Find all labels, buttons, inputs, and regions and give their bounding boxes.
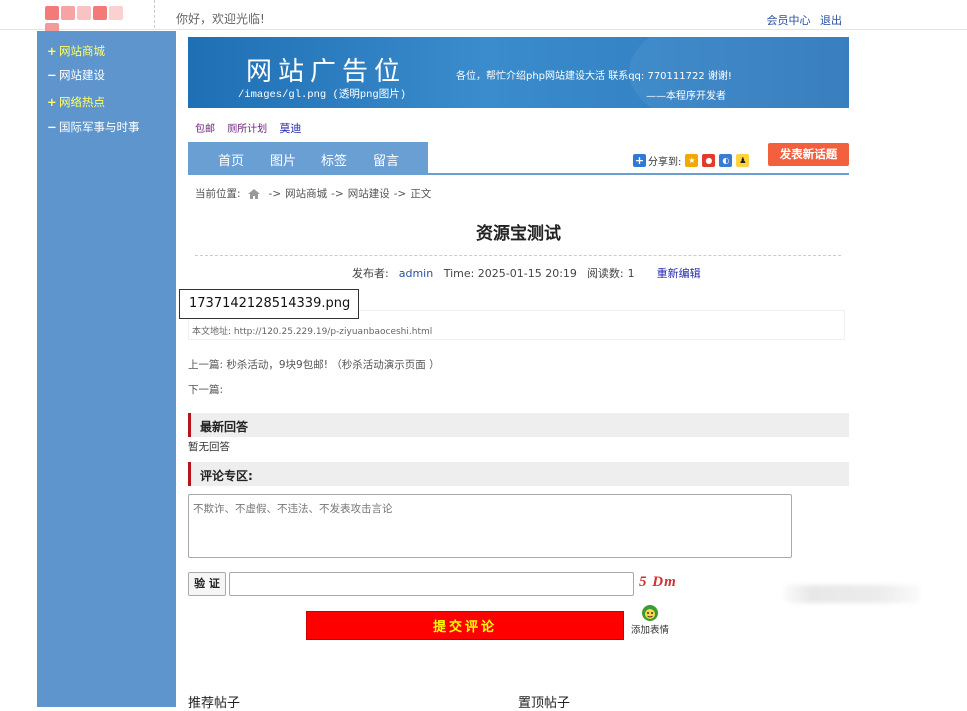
captcha-input[interactable] [229,572,634,596]
top-bar: 你好，欢迎光临! 会员中心 退出 [0,0,967,37]
share-plus-icon[interactable]: + [633,154,646,167]
top-links: 会员中心 退出 [761,12,843,28]
banner-signature: ——本程序开发者 [646,91,726,102]
top-divider [154,0,155,28]
nav-tags[interactable]: 标签 [321,150,347,169]
quick-links: 包邮 厕所计划 莫迪 [195,120,310,136]
breadcrumb-item[interactable]: 网站商城 [285,186,327,201]
nav-images[interactable]: 图片 [270,150,296,169]
submit-comment-button[interactable]: 提交评论 [306,611,624,640]
collapse-icon: − [47,68,57,82]
breadcrumb: 当前位置: -> 网站商城 -> 网站建设 -> 正文 [195,186,431,201]
quick-link[interactable]: 包邮 [195,124,215,135]
share-bar: + 分享到: ★ ● ◐ ♟ [633,153,750,168]
qzone-icon[interactable]: ★ [685,154,699,167]
ad-banner[interactable]: 网站广告位 /images/gl.png (透明png图片) 各位，帮忙介绍ph… [188,37,849,108]
add-emoji-link[interactable]: 添加表情 [631,622,669,636]
banner-path: /images/gl.png (透明png图片) [238,89,407,101]
quick-link[interactable]: 厕所计划 [227,124,267,135]
sidebar-item-label: 网站商城 [59,44,105,58]
comment-textarea[interactable] [188,494,792,558]
sidebar: + 网站商城 − 网站建设 + 网络热点 − 国际军事与时事 [37,31,176,707]
breadcrumb-current: 正文 [410,188,432,200]
sidebar-item-shop[interactable]: + 网站商城 [47,43,105,59]
member-center-link[interactable]: 会员中心 [767,14,811,27]
verify-button[interactable]: 验 证 [188,572,226,596]
recommended-posts-heading: 推荐帖子 [188,696,241,711]
sidebar-item-label: 网络热点 [59,95,105,109]
home-icon[interactable] [247,188,261,200]
captcha-image[interactable]: 5 Dm [639,574,677,591]
collapse-icon: − [47,120,57,134]
sidebar-item-website-building[interactable]: − 网站建设 [47,67,105,83]
banner-title: 网站广告位 [246,57,407,86]
breadcrumb-separator: -> [331,187,344,200]
banner-message: 各位，帮忙介绍php网站建设大活 联系qq: 770111722 谢谢! [456,71,732,82]
sidebar-item-military-news[interactable]: − 国际军事与时事 [47,119,140,135]
sidebar-item-hot-topics[interactable]: + 网络热点 [47,94,105,110]
logout-link[interactable]: 退出 [820,14,842,27]
welcome-text: 你好，欢迎光临! [176,12,265,26]
breadcrumb-separator: -> [393,187,407,200]
sidebar-item-label: 国际军事与时事 [59,120,140,134]
article-title: 资源宝测试 [476,224,561,244]
replies-header: 最新回答 [188,413,849,437]
breadcrumb-separator: -> [268,187,282,200]
main-nav: 首页 图片 标签 留言 [188,142,428,173]
reads-count: 1 [627,267,635,280]
author-label: 发布者: [352,267,389,280]
nav-messages[interactable]: 留言 [373,150,399,169]
replies-heading: 最新回答 [200,420,249,434]
breadcrumb-prefix: 当前位置: [195,188,241,200]
weibo-icon[interactable]: ● [702,154,716,167]
blurred-area [784,585,920,603]
site-logo[interactable] [45,6,137,37]
share-label: 分享到: [648,157,682,168]
edit-link[interactable]: 重新编辑 [657,267,701,280]
article-address: 本文地址: http://120.25.229.19/p-ziyuanbaoce… [192,327,433,337]
expand-icon: + [47,95,57,109]
prev-article-link[interactable]: 上一篇: 秒杀活动，9块9包邮! （秒杀活动演示页面 ） [188,357,440,372]
author-link[interactable]: admin [399,267,433,280]
pinned-posts-heading: 置顶帖子 [518,696,571,711]
publish-time: Time: 2025-01-15 20:19 [443,267,577,280]
nav-underline [188,173,849,175]
comment-heading: 评论专区: [200,469,253,483]
no-replies-text: 暂无回答 [188,441,230,453]
comment-header: 评论专区: [188,462,849,486]
article-meta: 发布者: admin Time: 2025-01-15 20:19 阅读数: 1 重新编… [352,265,701,281]
title-divider [195,255,841,256]
tencent-weibo-icon[interactable]: ◐ [719,154,733,167]
breadcrumb-item[interactable]: 网站建设 [348,186,390,201]
reads-label: 阅读数: [586,267,624,280]
image-filename: 1737142128514339.png [179,289,359,319]
emoji-icon[interactable] [641,604,659,622]
sidebar-item-label: 网站建设 [59,68,105,82]
quick-link[interactable]: 莫迪 [279,122,301,135]
qq-icon[interactable]: ♟ [736,154,750,167]
new-topic-button[interactable]: 发表新话题 [768,143,849,166]
nav-home[interactable]: 首页 [218,150,244,169]
expand-icon: + [47,44,57,58]
next-article: 下一篇: [188,384,224,396]
